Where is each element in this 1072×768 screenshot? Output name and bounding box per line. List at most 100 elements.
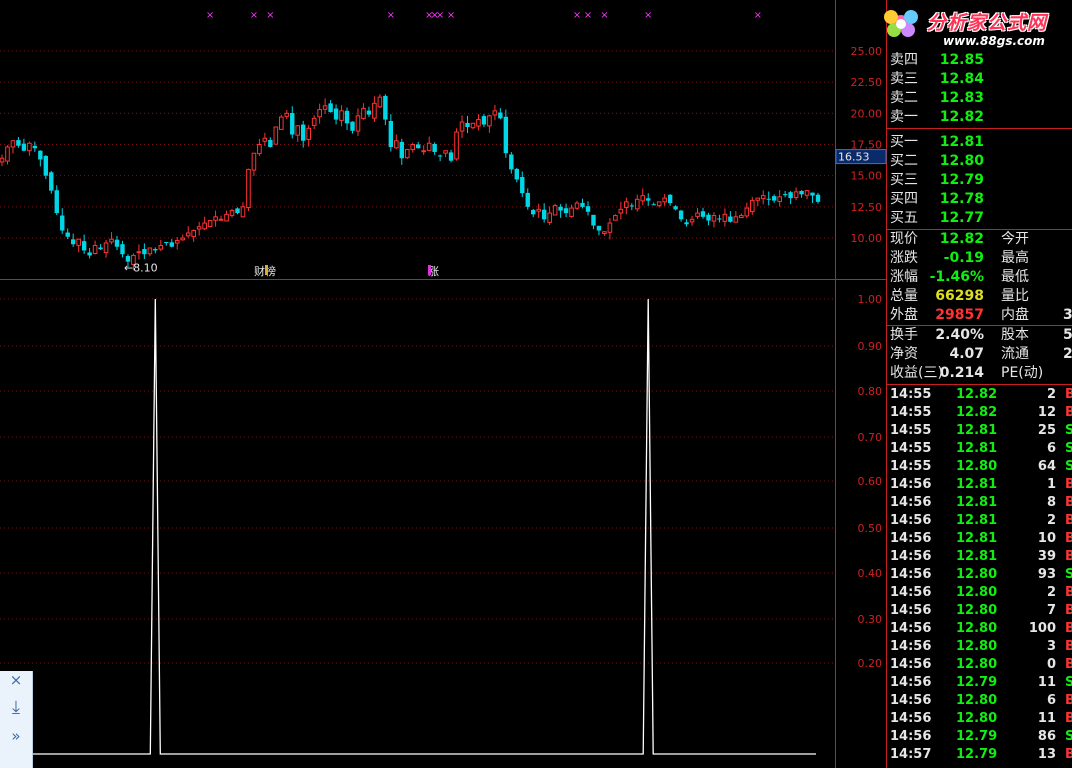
price-tick-label: 15.00 (851, 170, 883, 183)
stat-value: 12.82 (939, 231, 984, 247)
candle-body (695, 212, 700, 217)
stat-value: 4.07 (949, 346, 984, 362)
floating-toolbar: × ⤓ » (0, 671, 33, 768)
candle-body (5, 146, 10, 162)
tick-direction: B (1065, 621, 1072, 636)
tick-time: 14:56 (890, 711, 932, 726)
candle-body (290, 113, 295, 135)
tick-price: 12.79 (956, 729, 998, 744)
tick-price: 12.80 (956, 621, 998, 636)
candle-body (416, 144, 421, 149)
bid-price: 12.78 (939, 191, 984, 207)
candle-body (366, 110, 372, 115)
candle-body (421, 150, 426, 153)
candle-body (574, 202, 580, 209)
ask-label: 卖二 (890, 90, 918, 106)
tick-direction: B (1065, 693, 1072, 708)
tick-direction: B (1065, 585, 1072, 600)
candle-body (465, 122, 470, 128)
ask-price: 12.85 (939, 52, 984, 68)
signal-marker: × (266, 10, 274, 21)
candle-body (728, 216, 733, 222)
candle-body (541, 209, 547, 220)
candle-body (295, 125, 301, 136)
tick-price: 12.81 (956, 477, 998, 492)
candle-body (262, 137, 268, 142)
tick-volume: 6 (1046, 693, 1056, 708)
download-icon[interactable]: ⤓ (0, 697, 32, 718)
signal-marker: × (206, 10, 214, 21)
tick-volume: 39 (1037, 549, 1056, 564)
stat-row: 换手 2.40% 股本 5 (887, 326, 1072, 345)
stat-label: 外盘 (890, 307, 918, 323)
candle-body (240, 206, 246, 218)
ask-row: 卖三 12.84 (887, 70, 1072, 89)
candle-body (328, 103, 333, 113)
tick-row: 14:55 12.82 12 B (887, 404, 1072, 422)
candle-body (196, 226, 202, 230)
stat-row: 涨跌 -0.19 最高 (887, 249, 1072, 268)
candle-body (60, 215, 65, 231)
stat-label-2: 内盘 (1001, 307, 1029, 323)
tick-price: 12.80 (956, 459, 998, 474)
candle-body (459, 121, 465, 132)
candle-body (525, 192, 530, 207)
stat-label-2: 最低 (1001, 269, 1029, 285)
signal-marker: × (573, 10, 581, 21)
tick-price: 12.81 (956, 549, 998, 564)
tick-direction: B (1065, 549, 1072, 564)
ask-price: 12.82 (939, 109, 984, 125)
indicator-tick-label: 1.00 (858, 293, 883, 306)
candle-body (585, 206, 591, 212)
tick-time: 14:55 (890, 405, 932, 420)
candle-body (667, 194, 673, 204)
candle-body (49, 172, 54, 191)
candle-body (202, 222, 207, 230)
tick-volume: 100 (1028, 621, 1056, 636)
tick-price: 12.79 (956, 747, 998, 762)
separator (887, 128, 1072, 129)
candle-body (793, 191, 799, 199)
bid-label: 买一 (890, 134, 918, 150)
indicator-tick-label: 0.30 (858, 613, 883, 626)
signal-marker: × (387, 10, 395, 21)
candle-body (322, 105, 328, 110)
candle-body (311, 117, 317, 126)
candle-body (651, 204, 656, 206)
tick-price: 12.80 (956, 603, 998, 618)
ask-label: 卖三 (890, 71, 918, 87)
chart-annotations: ←8.10财榜涨16.53 (124, 149, 887, 278)
tick-time: 14:56 (890, 531, 932, 546)
stat-label: 收益(三) (890, 365, 943, 381)
candle-body (317, 109, 322, 118)
candle-body (563, 208, 569, 214)
tick-volume: 25 (1037, 423, 1056, 438)
tick-volume: 3 (1046, 639, 1056, 654)
candle-body (21, 143, 27, 151)
stat-value: 29857 (935, 307, 984, 323)
signal-marker: × (644, 10, 652, 21)
signal-marker: × (447, 10, 455, 21)
tick-time: 14:56 (890, 693, 932, 708)
tick-row: 14:56 12.81 1 B (887, 476, 1072, 494)
tick-volume: 11 (1037, 675, 1056, 690)
candle-body (509, 154, 514, 170)
expand-icon[interactable]: » (0, 727, 32, 745)
candle-body (760, 195, 766, 200)
candle-body (76, 238, 81, 246)
tick-direction: B (1065, 711, 1072, 726)
candle-body (54, 190, 59, 214)
candle-body (481, 116, 487, 125)
tick-time: 14:56 (890, 585, 932, 600)
signal-marker: × (754, 10, 762, 21)
candle-body (268, 140, 273, 147)
candle-body (536, 208, 541, 212)
stat-label-2: 今开 (1001, 231, 1029, 247)
candle-body (771, 196, 777, 201)
close-icon[interactable]: × (0, 671, 32, 689)
tick-time: 14:57 (890, 747, 932, 762)
stat-label: 总量 (890, 288, 918, 304)
tick-price: 12.81 (956, 531, 998, 546)
bid-label: 买三 (890, 172, 918, 188)
candle-body (432, 143, 437, 152)
